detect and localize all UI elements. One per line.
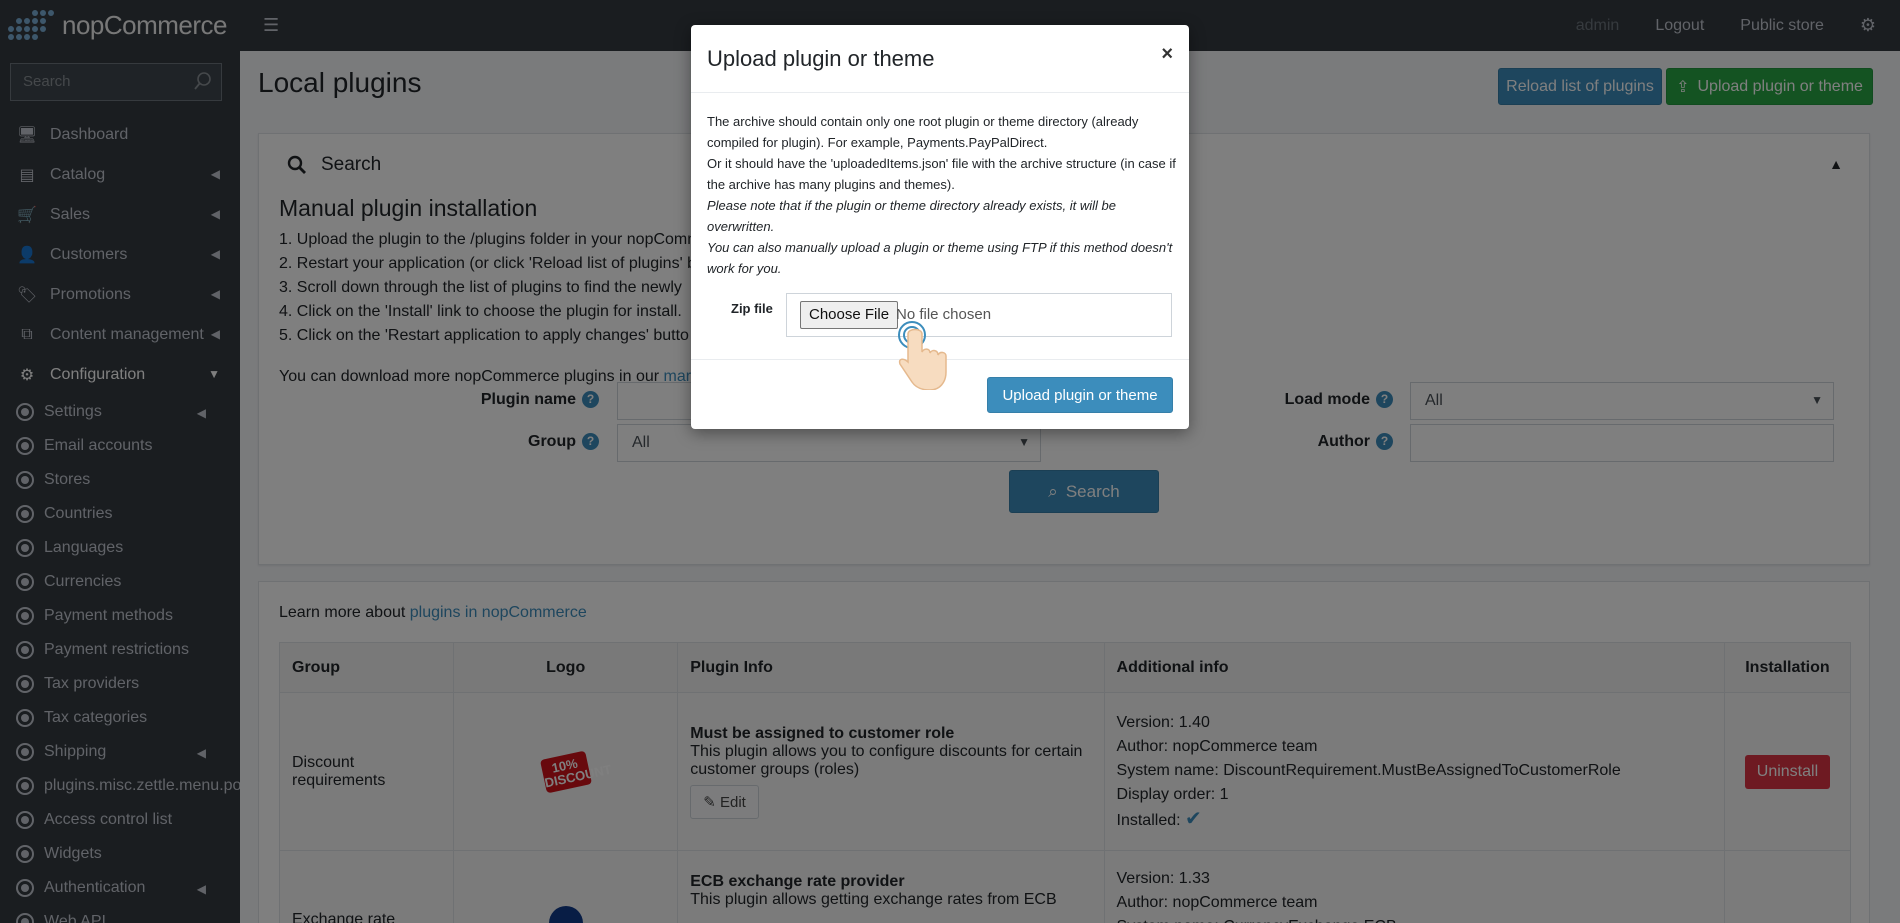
modal-text: Or it should have the 'uploadedItems.jso… — [707, 156, 1176, 192]
close-icon[interactable]: × — [1161, 43, 1173, 66]
modal-note: You can also manually upload a plugin or… — [707, 240, 1173, 276]
modal-header: Upload plugin or theme × — [691, 25, 1189, 93]
modal-instructions: The archive should contain only one root… — [707, 111, 1177, 279]
upload-plugin-submit-button[interactable]: Upload plugin or theme — [987, 377, 1173, 413]
zip-file-input[interactable]: Choose File No file chosen — [786, 293, 1172, 337]
choose-file-button[interactable]: Choose File — [800, 301, 899, 329]
modal-text: The archive should contain only one root… — [707, 114, 1139, 150]
modal-title: Upload plugin or theme — [707, 46, 935, 71]
pointer-hand-cursor-icon — [898, 321, 947, 390]
modal-note: Please note that if the plugin or theme … — [707, 198, 1116, 234]
zip-file-label: Zip file — [731, 301, 773, 316]
